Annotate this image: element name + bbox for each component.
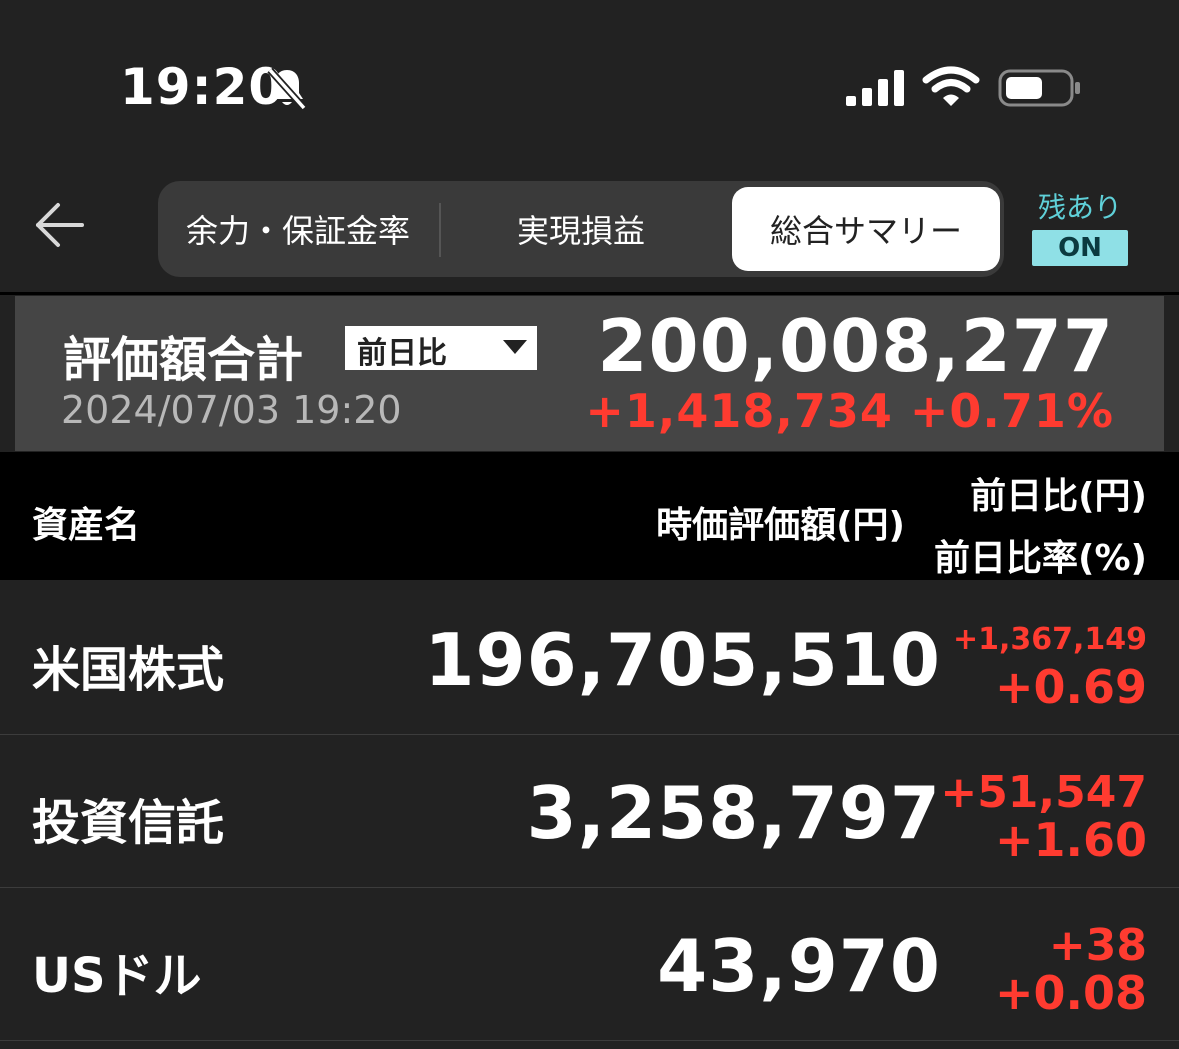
table-row[interactable]: 米国株式 196,705,510 +1,367,149 +0.69 <box>0 582 1179 735</box>
battery-icon <box>998 69 1080 107</box>
asset-value: 43,970 <box>657 924 941 1008</box>
compare-select-label: 前日比 <box>357 336 447 371</box>
bell-muted-icon <box>267 67 307 110</box>
asset-change: +1,367,149 +0.69 <box>953 618 1147 712</box>
zan-label: 残あり <box>1037 191 1122 224</box>
asset-change-pct: +1.60 <box>994 813 1147 867</box>
status-bar: 19:20 <box>0 0 1179 160</box>
chevron-down-icon <box>503 340 527 354</box>
cellular-signal-icon <box>846 70 904 106</box>
back-arrow-icon[interactable] <box>32 200 86 250</box>
header-change-pct: 前日比率(%) <box>934 538 1147 579</box>
tab-margin-ratio[interactable]: 余力・保証金率 <box>158 181 438 277</box>
table-row[interactable]: 投資信託 3,258,797 +51,547 +1.60 <box>0 735 1179 888</box>
wifi-icon <box>922 66 980 106</box>
divider <box>0 292 1179 295</box>
header-asset-name: 資産名 <box>32 505 141 546</box>
asset-change: +51,547 +1.60 <box>940 767 1147 867</box>
summary-panel: 評価額合計 前日比 2024/07/03 19:20 200,008,277 +… <box>15 296 1164 451</box>
table-header: 資産名 時価評価額(円) 前日比(円) 前日比率(%) <box>0 452 1179 580</box>
asset-change-yen: +38 <box>1048 920 1147 971</box>
summary-total: 200,008,277 <box>597 304 1114 388</box>
asset-name: 米国株式 <box>32 642 225 698</box>
summary-title: 評価額合計 <box>63 332 304 388</box>
segmented-control: 余力・保証金率 実現損益 総合サマリー <box>158 181 1004 277</box>
asset-change-yen: +51,547 <box>940 767 1147 818</box>
summary-datetime: 2024/07/03 19:20 <box>61 388 402 432</box>
tab-realized-pnl[interactable]: 実現損益 <box>440 181 722 277</box>
compare-select[interactable]: 前日比 <box>345 326 537 371</box>
asset-change-pct: +0.08 <box>994 966 1147 1020</box>
zan-toggle[interactable]: ON <box>1032 230 1128 266</box>
asset-value: 3,258,797 <box>526 771 941 855</box>
asset-change-pct: +0.69 <box>994 660 1147 714</box>
table-row[interactable]: USドル 43,970 +38 +0.08 <box>0 888 1179 1041</box>
tab-total-summary[interactable]: 総合サマリー <box>732 187 1000 271</box>
asset-change: +38 +0.08 <box>994 920 1147 1020</box>
asset-name: 投資信託 <box>32 795 225 851</box>
header-market-value: 時価評価額(円) <box>656 505 905 546</box>
asset-name: USドル <box>32 948 202 1004</box>
summary-change: +1,418,734 +0.71% <box>585 384 1114 438</box>
status-time: 19:20 <box>120 58 285 116</box>
header-change-yen: 前日比(円) <box>970 476 1147 517</box>
asset-value: 196,705,510 <box>424 618 941 702</box>
asset-change-yen: +1,367,149 <box>952 622 1147 657</box>
header-change: 前日比(円) 前日比率(%) <box>934 466 1147 590</box>
